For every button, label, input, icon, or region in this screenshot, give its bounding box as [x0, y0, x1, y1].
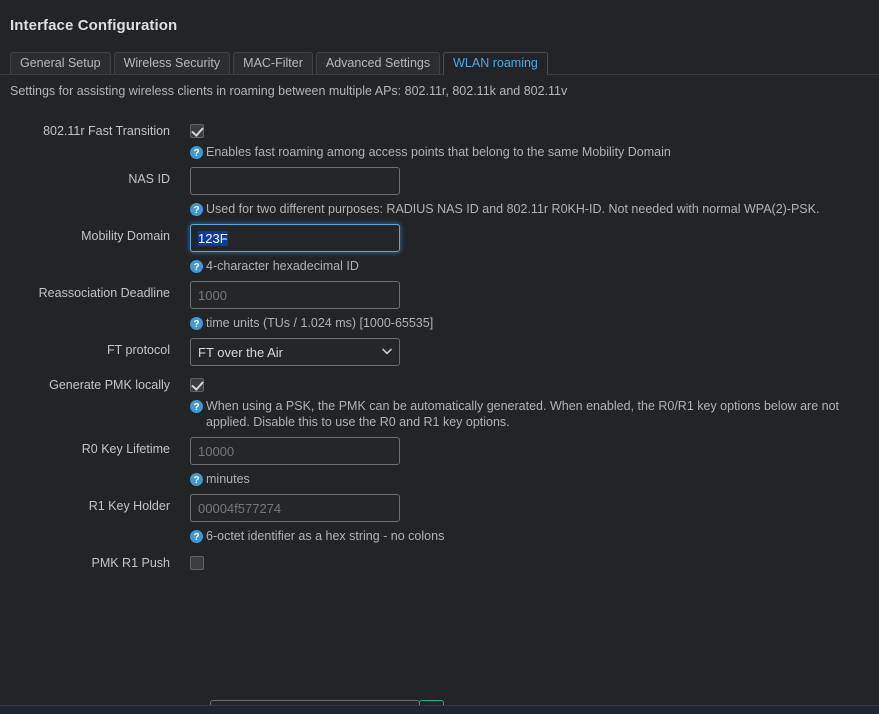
- reassociation-deadline-input[interactable]: [190, 281, 400, 309]
- help-text: When using a PSK, the PMK can be automat…: [206, 399, 840, 429]
- help-icon[interactable]: ?: [190, 530, 203, 543]
- pmk-r1-push-checkbox[interactable]: [190, 556, 204, 570]
- help-nas-id: ? Used for two different purposes: RADIU…: [190, 201, 860, 217]
- label-r0-key-lifetime: R0 Key Lifetime: [81, 442, 170, 456]
- r0-key-lifetime-input[interactable]: [190, 437, 400, 465]
- svg-text:?: ?: [193, 475, 199, 486]
- field-nas-id: ? Used for two different purposes: RADIU…: [190, 167, 879, 217]
- ft-protocol-select[interactable]: FT over the Air FT over DS: [190, 338, 400, 366]
- help-text: time units (TUs / 1.024 ms) [1000-65535]: [206, 316, 434, 330]
- field-r0-key-lifetime: ? minutes: [190, 437, 879, 487]
- field-generate-pmk-locally: ? When using a PSK, the PMK can be autom…: [190, 373, 879, 430]
- row-ft-protocol: FT protocol FT over the Air FT over DS: [0, 331, 879, 366]
- label-pmk-r1-push: PMK R1 Push: [91, 556, 170, 570]
- row-generate-pmk-locally: Generate PMK locally ? When using a PSK,…: [0, 366, 879, 430]
- label-nas-id: NAS ID: [128, 172, 170, 186]
- tab-bar: General Setup Wireless Security MAC-Filt…: [0, 52, 879, 75]
- field-ft-protocol: FT over the Air FT over DS: [190, 338, 879, 366]
- panel-description: Settings for assisting wireless clients …: [10, 84, 568, 98]
- help-icon[interactable]: ?: [190, 317, 203, 330]
- field-pmk-r1-push: [190, 551, 879, 570]
- field-reassociation-deadline: ? time units (TUs / 1.024 ms) [1000-6553…: [190, 281, 879, 331]
- help-icon[interactable]: ?: [190, 400, 203, 413]
- tab-advanced-settings[interactable]: Advanced Settings: [315, 52, 441, 74]
- field-r1-key-holder: ? 6-octet identifier as a hex string - n…: [190, 494, 879, 544]
- svg-text:?: ?: [193, 262, 199, 273]
- help-reassociation-deadline: ? time units (TUs / 1.024 ms) [1000-6553…: [190, 315, 860, 331]
- svg-text:?: ?: [193, 148, 199, 159]
- help-icon[interactable]: ?: [190, 146, 203, 159]
- help-mobility-domain: ? 4-character hexadecimal ID: [190, 258, 860, 274]
- help-fast-transition: ? Enables fast roaming among access poin…: [190, 144, 860, 160]
- label-generate-pmk-locally: Generate PMK locally: [49, 378, 170, 392]
- field-mobility-domain: ? 4-character hexadecimal ID: [190, 224, 879, 274]
- svg-text:?: ?: [193, 319, 199, 330]
- svg-text:?: ?: [193, 402, 199, 413]
- help-icon[interactable]: ?: [190, 473, 203, 486]
- row-r1-key-holder: R1 Key Holder ? 6-octet identifier as a …: [0, 487, 879, 544]
- label-fast-transition: 802.11r Fast Transition: [43, 124, 170, 138]
- row-fast-transition: 802.11r Fast Transition ? Enables fast r…: [0, 112, 879, 160]
- r1-key-holder-input[interactable]: [190, 494, 400, 522]
- generate-pmk-locally-checkbox[interactable]: [190, 378, 204, 392]
- help-r0-key-lifetime: ? minutes: [190, 471, 860, 487]
- svg-text:?: ?: [193, 205, 199, 216]
- help-icon[interactable]: ?: [190, 203, 203, 216]
- help-text: Used for two different purposes: RADIUS …: [206, 202, 820, 216]
- interface-configuration-page: Interface Configuration General Setup Wi…: [0, 0, 879, 714]
- help-text: minutes: [206, 472, 250, 486]
- row-r0-key-lifetime: R0 Key Lifetime ? minutes: [0, 430, 879, 487]
- help-generate-pmk-locally: ? When using a PSK, the PMK can be autom…: [190, 398, 860, 430]
- tab-mac-filter[interactable]: MAC-Filter: [233, 52, 313, 74]
- row-reassociation-deadline: Reassociation Deadline ? time units (TUs…: [0, 274, 879, 331]
- field-fast-transition: ? Enables fast roaming among access poin…: [190, 119, 879, 160]
- label-mobility-domain: Mobility Domain: [81, 229, 170, 243]
- page-title: Interface Configuration: [10, 17, 178, 34]
- help-r1-key-holder: ? 6-octet identifier as a hex string - n…: [190, 528, 860, 544]
- help-text: Enables fast roaming among access points…: [206, 145, 671, 159]
- row-pmk-r1-push: PMK R1 Push: [0, 544, 879, 573]
- row-mobility-domain: Mobility Domain ? 4-character hexadecima…: [0, 217, 879, 274]
- label-r1-key-holder: R1 Key Holder: [88, 499, 170, 513]
- nas-id-input[interactable]: [190, 167, 400, 195]
- label-reassociation-deadline: Reassociation Deadline: [38, 286, 170, 300]
- label-ft-protocol: FT protocol: [107, 343, 170, 357]
- tab-wireless-security[interactable]: Wireless Security: [113, 52, 231, 74]
- roaming-settings-form: 802.11r Fast Transition ? Enables fast r…: [0, 112, 879, 573]
- window-bottom-bar: [0, 705, 879, 714]
- fast-transition-checkbox[interactable]: [190, 124, 204, 138]
- help-icon[interactable]: ?: [190, 260, 203, 273]
- svg-text:?: ?: [193, 532, 199, 543]
- help-text: 4-character hexadecimal ID: [206, 259, 359, 273]
- row-nas-id: NAS ID ? Used for two different purposes…: [0, 160, 879, 217]
- tab-general-setup[interactable]: General Setup: [10, 52, 111, 74]
- ft-protocol-select-wrapper: FT over the Air FT over DS: [190, 338, 400, 366]
- tab-wlan-roaming[interactable]: WLAN roaming: [443, 52, 548, 75]
- help-text: 6-octet identifier as a hex string - no …: [206, 529, 445, 543]
- mobility-domain-input[interactable]: [190, 224, 400, 252]
